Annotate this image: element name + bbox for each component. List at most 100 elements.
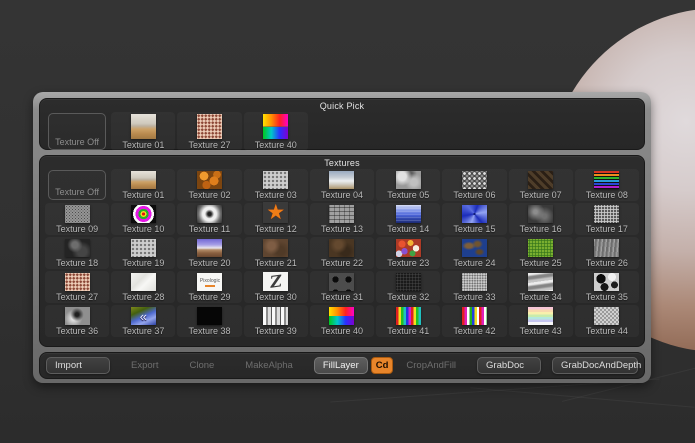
texture-item[interactable]: Texture 27 [45,271,109,303]
texture-off-label: Texture Off [48,170,106,200]
textures-grid: Texture Off Texture 01 Texture 02 Texture 0… [44,168,640,338]
texture-item[interactable]: Texture 38 [177,305,241,337]
texture-label: Texture 32 [387,292,430,302]
texture-label: Texture 15 [453,224,496,234]
texture-label: Texture 09 [56,224,99,234]
texture-label: Texture 22 [320,258,363,268]
texture-item[interactable]: Texture 31 [310,271,374,303]
texture-off-button[interactable]: Texture Off [45,169,109,201]
texture-item[interactable]: Texture 41 [376,305,440,337]
texture-item[interactable]: Texture 13 [310,203,374,235]
texture-thumbnail [197,273,223,291]
texture-thumbnail [395,239,421,257]
texture-item[interactable]: Texture 29 [177,271,241,303]
texture-item[interactable]: Texture 34 [509,271,573,303]
texture-item[interactable]: Texture 19 [111,237,175,269]
texture-thumbnail [130,307,156,325]
texture-thumbnail [197,307,223,325]
texture-item[interactable]: Texture 03 [244,169,308,201]
quick-pick-section: Quick Pick Texture Off Texture 01 Texture … [39,98,645,150]
grabdocanddepth-button[interactable]: GrabDocAndDepth [552,357,641,374]
texture-item[interactable]: Texture 06 [442,169,506,201]
texture-item[interactable]: Texture 09 [45,203,109,235]
texture-label: Texture 21 [254,258,297,268]
texture-item[interactable]: Texture 05 [376,169,440,201]
texture-thumbnail [197,171,223,189]
textures-title: Textures [324,158,360,168]
texture-item[interactable]: Texture 08 [575,169,639,201]
texture-item[interactable]: Texture 42 [442,305,506,337]
texture-item[interactable]: Texture 24 [442,237,506,269]
texture-thumbnail [197,239,223,257]
texture-label: Texture 07 [519,190,562,200]
texture-toolbar: Import Export Clone MakeAlpha FillLayer Cd Cro… [39,352,645,379]
texture-item[interactable]: Texture 14 [376,203,440,235]
texture-item[interactable]: Texture 01 [111,112,175,151]
texture-item[interactable]: Texture 33 [442,271,506,303]
texture-thumbnail [329,273,355,291]
grabdoc-button[interactable]: GrabDoc [477,357,542,374]
texture-item[interactable]: Texture 26 [575,237,639,269]
texture-label: Texture 16 [519,224,562,234]
texture-item[interactable]: Texture 25 [509,237,573,269]
texture-item[interactable]: Texture 12 [244,202,308,235]
texture-label: Texture 30 [254,292,297,302]
texture-item[interactable]: Texture 21 [244,237,308,269]
texture-thumbnail [130,171,156,189]
texture-thumbnail [594,273,620,291]
texture-item[interactable]: Texture 43 [509,305,573,337]
texture-thumbnail [263,239,289,257]
document-canvas[interactable]: Quick Pick Texture Off Texture 01 Texture … [0,0,695,443]
clone-button[interactable]: Clone [179,357,224,374]
export-button[interactable]: Export [121,357,168,374]
texture-item[interactable]: Texture 18 [45,237,109,269]
texture-item[interactable]: Texture 04 [310,169,374,201]
texture-item[interactable]: Texture 01 [111,169,175,201]
texture-thumbnail [130,205,156,223]
cropandfill-button[interactable]: CropAndFill [396,357,466,374]
makealpha-button[interactable]: MakeAlpha [235,357,303,374]
texture-label: Texture 14 [387,224,430,234]
texture-label: Texture 01 [122,140,165,150]
texture-item[interactable]: Texture 15 [442,203,506,235]
texture-off-button[interactable]: Texture Off [45,112,109,151]
texture-item[interactable]: Texture 20 [177,237,241,269]
texture-item[interactable]: Texture 11 [177,203,241,235]
texture-item[interactable]: Texture 27 [177,112,241,151]
texture-item[interactable]: Texture 16 [509,203,573,235]
texture-item[interactable]: Texture 22 [310,237,374,269]
texture-item[interactable]: Texture 28 [111,271,175,303]
texture-item[interactable]: Texture 37 [111,305,175,337]
texture-label: Texture 08 [585,190,628,200]
texture-item[interactable]: Texture 39 [244,305,308,337]
texture-label: Texture 31 [320,292,363,302]
texture-label: Texture 34 [519,292,562,302]
filllayer-button[interactable]: FillLayer [313,357,368,374]
texture-thumbnail [594,239,620,257]
texture-thumbnail [528,239,554,257]
texture-thumbnail [329,205,355,223]
texture-thumbnail [594,307,620,325]
texture-item[interactable]: Texture 44 [575,305,639,337]
cd-button[interactable]: Cd [370,357,394,374]
texture-thumbnail [64,307,90,325]
texture-thumbnail [197,114,223,139]
texture-item[interactable]: Texture 23 [376,237,440,269]
texture-label: Texture 12 [254,224,297,234]
texture-item[interactable]: Texture 32 [376,271,440,303]
texture-thumbnail [64,273,90,291]
texture-thumbnail [130,114,156,139]
texture-item[interactable]: Texture 07 [509,169,573,201]
texture-item[interactable]: Texture 30 [244,271,308,303]
texture-label: Texture 38 [188,326,231,336]
texture-item[interactable]: Texture 40 [244,112,308,151]
texture-item[interactable]: Texture 35 [575,271,639,303]
texture-thumbnail [395,205,421,223]
texture-item[interactable]: Texture 02 [177,169,241,201]
texture-item[interactable]: Texture 36 [45,305,109,337]
texture-label: Texture 42 [453,326,496,336]
texture-item[interactable]: Texture 40 [310,305,374,337]
import-button[interactable]: Import [46,357,110,374]
texture-item[interactable]: Texture 10 [111,203,175,235]
texture-item[interactable]: Texture 17 [575,203,639,235]
